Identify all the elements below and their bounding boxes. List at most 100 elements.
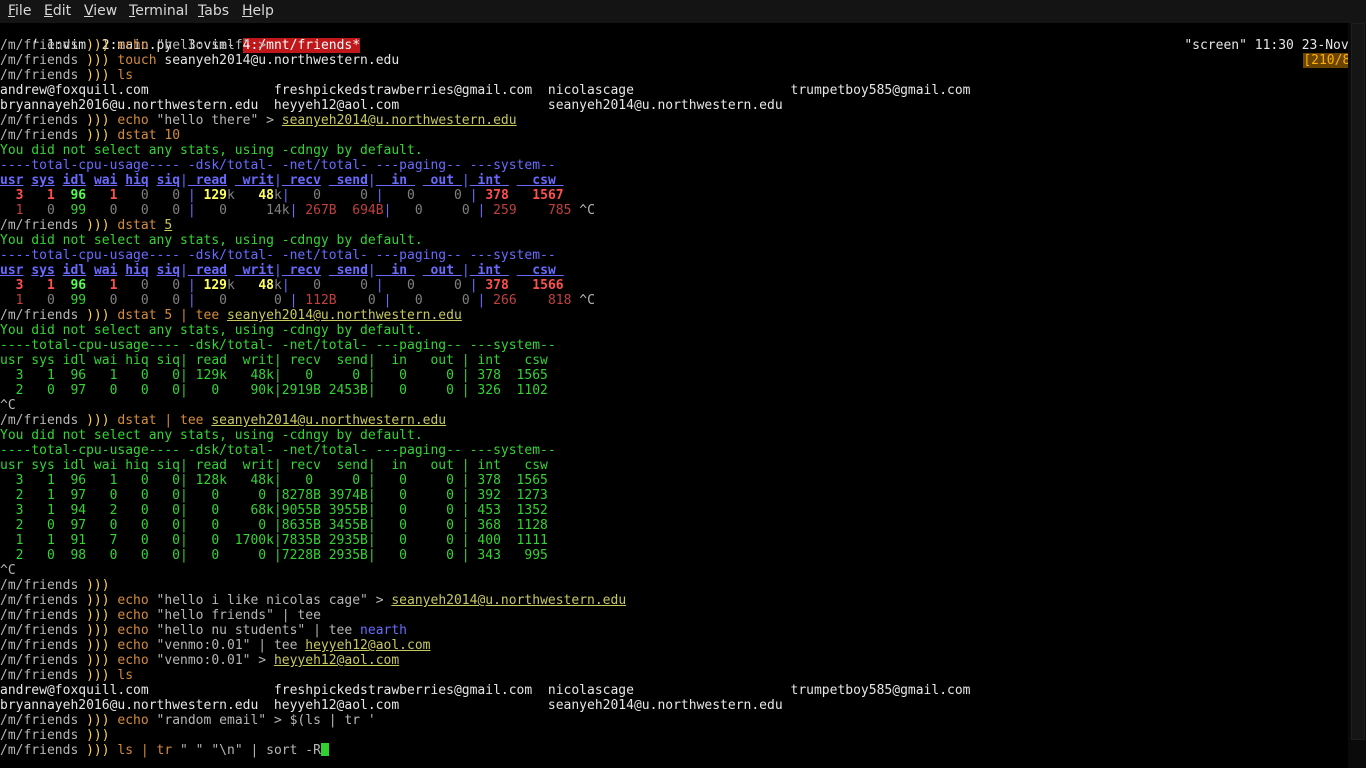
terminal-text: |	[187, 278, 196, 293]
terminal-text: 129	[195, 188, 228, 203]
terminal-text: |	[469, 188, 478, 203]
terminal-text: idl	[62, 173, 87, 188]
terminal-text: ^C	[0, 563, 16, 578]
terminal-text: 0	[336, 293, 384, 308]
terminal-text: |	[375, 278, 384, 293]
terminal-text: "hello there" >	[156, 113, 282, 128]
terminal-text: siq	[156, 263, 181, 278]
terminal-scrollbar[interactable]	[1348, 23, 1366, 768]
terminal-text: hiq	[125, 263, 149, 278]
terminal-line: usr sys idl wai hiq siq| read writ| recv…	[0, 353, 548, 368]
terminal-text: |	[461, 173, 470, 188]
terminal-text: You did not select any stats, using -cdn…	[0, 428, 423, 443]
terminal-text: "hello nu students" | tee	[156, 623, 361, 638]
terminal-text: /m/friends	[0, 218, 87, 233]
terminal-text: writ	[234, 173, 274, 188]
terminal-text: You did not select any stats, using -cdn…	[0, 143, 423, 158]
terminal-text: 0	[328, 278, 376, 293]
terminal-line: bryannayeh2016@u.northwestern.edu heyyeh…	[0, 98, 783, 113]
terminal-output[interactable]: ʻ 1:vim 2:main.py 3:vim- 4:/mnt/friends*…	[0, 23, 1366, 768]
terminal-text: 2 0 98 0 0 0| 0 0 |7228B 2935B| 0 0 | 34…	[0, 548, 548, 563]
terminal-text: |	[180, 173, 188, 188]
terminal-line: ^C	[0, 563, 16, 578]
terminal-text: 48	[242, 188, 274, 203]
terminal-text: /m/friends	[0, 128, 87, 143]
terminal-text: csw	[516, 263, 564, 278]
menu-file[interactable]: File	[8, 3, 31, 19]
terminal-text: |	[273, 173, 282, 188]
terminal-line: 2 1 97 0 0 0| 0 0 |8278B 3974B| 0 0 | 39…	[0, 488, 548, 503]
terminal-line: /m/friends ))) echo "venmo:0.01" | tee h…	[0, 638, 431, 653]
terminal-text: /m/friends	[0, 593, 87, 608]
terminal-text: /m/friends	[0, 653, 87, 668]
terminal-text: "random email" > $(ls | tr '	[156, 713, 376, 728]
menu-help[interactable]: Help	[242, 3, 274, 19]
terminal-line: bryannayeh2016@u.northwestern.edu heyyeh…	[0, 698, 783, 713]
menu-tabs[interactable]: Tabs	[198, 3, 229, 19]
terminal-text: )))	[86, 728, 110, 743]
terminal-text: dstat | tee	[109, 413, 212, 428]
scrollbar-thumb[interactable]	[1351, 23, 1365, 740]
terminal-text: 3 1 94 2 0 0| 0 68k|9055B 3955B| 0 0 | 4…	[0, 503, 548, 518]
terminal-text: 99	[62, 203, 94, 218]
menu-bar: File Edit View Terminal Tabs Help	[0, 0, 1366, 23]
terminal-text: 1567	[516, 188, 564, 203]
terminal-text: 1	[0, 203, 32, 218]
terminal-text: idl	[62, 263, 87, 278]
terminal-line: 3 1 94 2 0 0| 0 68k|9055B 3955B| 0 0 | 4…	[0, 503, 548, 518]
menu-edit[interactable]: Edit	[44, 3, 71, 19]
terminal-text: 0	[93, 203, 126, 218]
terminal-line: You did not select any stats, using -cdn…	[0, 428, 423, 443]
terminal-line: /m/friends ))) touch seanyeh2014@u.north…	[0, 53, 399, 68]
terminal-text: 0	[289, 188, 329, 203]
terminal-text: wai	[93, 263, 118, 278]
terminal-text: )))	[86, 38, 110, 53]
text-cursor	[320, 743, 329, 756]
terminal-text: dstat 5 | tee	[109, 308, 227, 323]
terminal-text: 129	[195, 278, 228, 293]
terminal-line: 3 1 96 1 0 0 | 129k 48k| 0 0 | 0 0 | 378…	[0, 188, 564, 203]
terminal-text: 378	[477, 278, 517, 293]
terminal-text: bryannayeh2016@u.northwestern.edu heyyeh…	[0, 98, 783, 113]
terminal-text: /m/friends	[0, 668, 87, 683]
terminal-text: "venmo:0.01" >	[156, 653, 274, 668]
terminal-text: |	[180, 263, 188, 278]
terminal-text: k	[227, 188, 243, 203]
terminal-text: |	[187, 203, 196, 218]
terminal-text: 0	[125, 278, 157, 293]
terminal-text: 266	[485, 293, 525, 308]
terminal-text: 5	[164, 218, 173, 233]
terminal-line: 3 1 96 1 0 0| 128k 48k| 0 0 | 0 0 | 378 …	[0, 473, 548, 488]
terminal-text: 0	[289, 278, 329, 293]
terminal-text: 0	[93, 293, 126, 308]
terminal-text: /m/friends	[0, 53, 87, 68]
terminal-text: ----total-cpu-usage---- -dsk/total- -net…	[0, 158, 556, 173]
terminal-text: 378	[477, 188, 517, 203]
terminal-text: )))	[86, 128, 110, 143]
terminal-line: ----total-cpu-usage---- -dsk/total- -net…	[0, 338, 556, 353]
terminal-text: 96	[62, 278, 94, 293]
terminal-text: 112B	[297, 293, 337, 308]
terminal-line: /m/friends ))) ls | tr " " "\n" | sort -…	[0, 743, 329, 758]
terminal-text: /m/friends	[0, 743, 87, 758]
terminal-text: echo	[109, 608, 157, 623]
terminal-text: |	[187, 188, 196, 203]
menu-terminal[interactable]: Terminal	[129, 3, 188, 19]
terminal-text: ----total-cpu-usage---- -dsk/total- -net…	[0, 248, 556, 263]
terminal-text: )))	[86, 53, 110, 68]
terminal-text: |	[281, 278, 290, 293]
terminal-text: siq	[156, 173, 181, 188]
terminal-text: ls | tr	[109, 743, 181, 758]
terminal-line: 2 0 97 0 0 0| 0 90k|2919B 2453B| 0 0 | 3…	[0, 383, 548, 398]
terminal-text: 1566	[516, 278, 564, 293]
terminal-text: |	[469, 278, 478, 293]
menu-view[interactable]: View	[84, 3, 117, 19]
terminal-text: ----total-cpu-usage---- -dsk/total- -net…	[0, 443, 556, 458]
terminal-text: usr	[0, 173, 24, 188]
terminal-text: 1	[93, 278, 126, 293]
